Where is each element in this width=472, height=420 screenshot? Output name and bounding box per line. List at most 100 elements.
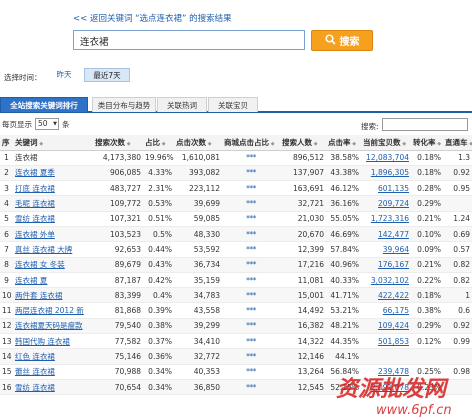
- cell-col-searchers: 14,322: [280, 333, 326, 350]
- cell-col-share: 19.96%: [143, 150, 174, 166]
- cell-col-index: 4: [0, 195, 13, 212]
- cell-col-click-count: 34,783: [174, 287, 222, 304]
- cell-col-ppc: 1: [443, 287, 472, 304]
- header-col-ctr[interactable]: 点击率 ◆: [326, 135, 361, 151]
- cell-col-conversion: 0.29%: [411, 318, 443, 335]
- cell-col-searchers: 15,001: [280, 287, 326, 304]
- cell-col-current-items[interactable]: 12,083,704: [361, 150, 411, 166]
- cell-col-keyword[interactable]: 连衣裙 女 冬装: [13, 257, 93, 273]
- tab-keyword-ranking[interactable]: 全站搜索关键词排行: [0, 97, 88, 112]
- cell-col-share: 0.34%: [143, 364, 174, 380]
- cell-col-ppc: 0.57: [443, 241, 472, 258]
- cell-col-share: 0.4%: [143, 287, 174, 304]
- header-col-mall-click-share[interactable]: 商城点击占比 ◆: [222, 135, 280, 151]
- tab-related-keywords[interactable]: 关联热词: [157, 97, 207, 112]
- time-option-last-7-days[interactable]: 最近7天: [84, 68, 130, 82]
- search-button[interactable]: 搜索: [311, 30, 373, 51]
- per-page-select[interactable]: 50 ▼: [35, 118, 59, 130]
- cell-col-index: 5: [0, 211, 13, 227]
- cell-col-index: 15: [0, 364, 13, 380]
- cell-col-ctr: 43.38%: [326, 165, 361, 182]
- cell-col-ctr: 57.84%: [326, 241, 361, 258]
- cell-col-keyword[interactable]: 红色 连衣裙: [13, 348, 93, 365]
- cell-col-current-items[interactable]: 1,896,305: [361, 165, 411, 182]
- cell-col-current-items[interactable]: 39,964: [361, 241, 411, 258]
- cell-col-click-count: 36,850: [174, 379, 222, 396]
- header-col-current-items[interactable]: 当前宝贝数 ◆: [361, 135, 411, 151]
- header-col-search-count[interactable]: 搜索次数 ◆: [93, 135, 143, 151]
- cell-col-current-items[interactable]: 422,422: [361, 287, 411, 304]
- header-col-ppc[interactable]: 直通车 ◆: [443, 135, 472, 151]
- cell-col-keyword[interactable]: 连衣裙 夏: [13, 272, 93, 289]
- header-col-searchers[interactable]: 搜索人数 ◆: [280, 135, 326, 151]
- cell-col-keyword[interactable]: 打底 连衣裙: [13, 180, 93, 197]
- cell-col-keyword[interactable]: 连衣裙夏天码是瘦款: [13, 318, 93, 335]
- cell-col-search-count: 89,679: [93, 257, 143, 273]
- tab-related-items[interactable]: 关联宝贝: [208, 97, 258, 112]
- cell-col-click-count: 48,330: [174, 226, 222, 243]
- table-search-input[interactable]: [382, 118, 468, 131]
- cell-col-current-items[interactable]: 142,477: [361, 226, 411, 243]
- tab-category-trend[interactable]: 类目分布与趋势: [92, 97, 156, 112]
- cell-col-keyword[interactable]: 韩国代购 连衣裙: [13, 333, 93, 350]
- header-label: 点击率: [328, 137, 351, 147]
- cell-col-current-items[interactable]: 176,167: [361, 257, 411, 273]
- header-label: 占比: [145, 137, 160, 147]
- cell-col-share: 0.39%: [143, 302, 174, 319]
- header-col-keyword[interactable]: 关键词 ◆: [13, 135, 93, 151]
- cell-col-current-items[interactable]: 66,175: [361, 302, 411, 319]
- cell-col-click-count: 53,592: [174, 241, 222, 258]
- cell-col-keyword[interactable]: 两件套 连衣裙: [13, 287, 93, 304]
- search-input[interactable]: 连衣裙: [73, 30, 305, 50]
- cell-col-index: 6: [0, 226, 13, 243]
- header-label: 点击次数: [176, 137, 206, 147]
- header-col-conversion[interactable]: 转化率 ◆: [411, 135, 443, 151]
- cell-col-search-count: 70,988: [93, 364, 143, 380]
- cell-col-keyword[interactable]: 毛呢 连衣裙: [13, 195, 93, 212]
- time-option-yesterday[interactable]: 昨天: [52, 68, 76, 82]
- cell-col-current-items[interactable]: 501,853: [361, 333, 411, 350]
- cell-col-keyword[interactable]: 连衣裙 夏季: [13, 165, 93, 182]
- table-row: 13 韩国代购 连衣裙 77,582 0.37% 34,410 *** 14,322 44.3…: [0, 333, 472, 350]
- cell-col-current-items[interactable]: [361, 348, 411, 365]
- cell-col-mall-click-share: ***: [222, 226, 280, 243]
- header-col-index[interactable]: 序: [0, 135, 13, 151]
- sort-icon: ◆: [469, 140, 472, 147]
- cell-col-share: 0.43%: [143, 257, 174, 273]
- cell-col-mall-click-share: ***: [222, 348, 280, 365]
- cell-col-keyword[interactable]: 蕾丝 连衣裙: [13, 364, 93, 380]
- sort-icon: ◆: [400, 140, 407, 147]
- cell-col-current-items[interactable]: 601,135: [361, 180, 411, 197]
- cell-col-current-items[interactable]: 3,032,102: [361, 272, 411, 289]
- cell-col-current-items[interactable]: 109,424: [361, 318, 411, 335]
- cell-col-current-items[interactable]: 209,724: [361, 195, 411, 212]
- cell-col-keyword[interactable]: 雪纺 连衣裙: [13, 211, 93, 227]
- cell-col-mall-click-share: ***: [222, 287, 280, 304]
- table-row: 9 连衣裙 夏 87,187 0.42% 35,159 *** 11,081 40.33% 3,…: [0, 272, 472, 289]
- cell-col-ctr: 38.58%: [326, 150, 361, 166]
- cell-col-search-count: 70,654: [93, 379, 143, 396]
- cell-col-searchers: 12,545: [280, 379, 326, 396]
- header-label: 转化率: [413, 137, 436, 147]
- cell-col-ctr: 44.35%: [326, 333, 361, 350]
- cell-col-keyword[interactable]: 连衣裙: [13, 150, 93, 166]
- watermark-logo: 资源批发网 www.6pf.cn: [330, 370, 472, 420]
- cell-col-ppc: 1.24: [443, 211, 472, 227]
- cell-col-share: 0.37%: [143, 333, 174, 350]
- cell-col-mall-click-share: ***: [222, 241, 280, 258]
- back-to-results-link[interactable]: << 返回关键词 “选点连衣裙” 的搜索结果: [73, 12, 232, 24]
- table-row: 2 连衣裙 夏季 906,085 4.33% 393,082 *** 137,907 43.3…: [0, 165, 472, 182]
- header-col-click-count[interactable]: 点击次数 ◆: [174, 135, 222, 151]
- cell-col-current-items[interactable]: 1,723,316: [361, 211, 411, 227]
- cell-col-keyword[interactable]: 真丝 连衣裙 大牌: [13, 241, 93, 258]
- cell-col-keyword[interactable]: 两层连衣裙 2012 新: [13, 302, 93, 319]
- cell-col-click-count: 34,410: [174, 333, 222, 350]
- cell-col-keyword[interactable]: 连衣裙 外单: [13, 226, 93, 243]
- time-filter-label: 选择时间：: [4, 73, 42, 82]
- cell-col-keyword[interactable]: 雪纺 连衣裙: [13, 379, 93, 396]
- cell-col-conversion: [411, 348, 443, 365]
- header-col-share[interactable]: 占比 ◆: [143, 135, 174, 151]
- cell-col-mall-click-share: ***: [222, 272, 280, 289]
- table-row: 5 雪纺 连衣裙 107,321 0.51% 59,085 *** 21,030 55.05%…: [0, 211, 472, 227]
- cell-col-conversion: 0.29%: [411, 195, 443, 212]
